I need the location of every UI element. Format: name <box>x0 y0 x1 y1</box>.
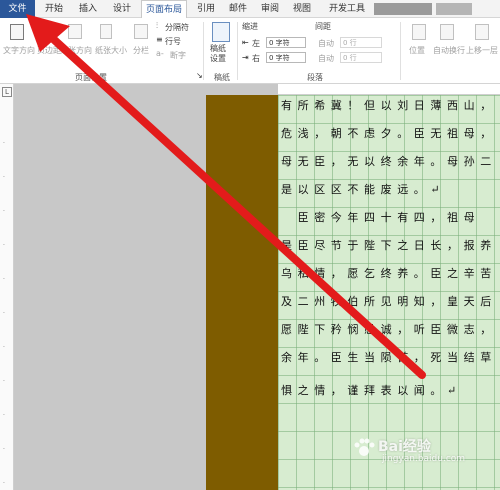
document-line: 有所希冀！但以刘日薄西山， <box>281 99 497 112</box>
wrap-text-button[interactable]: 自动换行 <box>433 45 465 56</box>
orientation-button[interactable]: 纸张方向 <box>60 45 92 56</box>
page-setup-launcher-icon[interactable]: ↘ <box>196 71 203 80</box>
indent-right-label: 右 <box>252 54 260 63</box>
ruler-tick-label: · <box>3 140 5 147</box>
group-divider <box>237 22 238 80</box>
ruler-tick-label: · <box>3 310 5 317</box>
tab-selector-icon[interactable]: L <box>2 87 12 97</box>
document-line: 臣密今年四十有四，祖母 <box>281 211 481 224</box>
margins-button[interactable]: 页边距 <box>37 45 61 56</box>
ribbon: 文字方向 页边距 纸张方向 纸张大小 分栏 ⫶ 分隔符 ≡ 行号 a- 断字 页… <box>0 18 500 84</box>
watermark: Bai经验 jingyan.baidu.com <box>352 430 492 470</box>
ruler-tick-label: · <box>3 378 5 385</box>
position-button[interactable]: 位置 <box>409 45 425 56</box>
page-setup-group-label: 页面设置 <box>75 73 107 82</box>
document-line: 是臣尽节于陛下之日长，报养 <box>281 239 497 252</box>
margins-icon <box>40 24 52 39</box>
wrap-text-icon <box>440 24 454 40</box>
indent-header: 缩进 <box>242 22 258 31</box>
indent-left-label: 左 <box>252 39 260 48</box>
size-button[interactable]: 纸张大小 <box>95 45 127 56</box>
draft-paper-icon <box>212 22 230 42</box>
document-line: 母无臣，无以终余年。母孙二 <box>281 155 497 168</box>
ruler-tick-label: · <box>3 174 5 181</box>
tab-mailings[interactable]: 邮件 <box>224 0 252 18</box>
tab-view[interactable]: 视图 <box>288 0 316 18</box>
document-line: 危浅，朝不虑夕。臣无祖母， <box>281 127 497 140</box>
indent-left-icon: ⇤ <box>242 38 249 47</box>
indent-right-input[interactable]: 0 字符 <box>266 52 306 63</box>
tab-file[interactable]: 文件 <box>0 0 35 18</box>
spacing-after-label: 自动 <box>318 54 334 63</box>
orientation-icon <box>68 24 82 39</box>
tab-home[interactable]: 开始 <box>40 0 68 18</box>
spacing-header: 间距 <box>315 22 331 31</box>
hyphenation-button[interactable]: 断字 <box>170 50 186 61</box>
document-line: 是以区区不能废远。↵ <box>281 183 446 196</box>
indent-right-icon: ⇥ <box>242 53 249 62</box>
blurred-region <box>374 3 432 15</box>
ruler-tick-label: · <box>3 208 5 215</box>
line-numbers-icon: ≡ <box>156 35 163 44</box>
blurred-region <box>436 3 472 15</box>
tab-review[interactable]: 审阅 <box>256 0 284 18</box>
document-line: 惧之情，谨拜表以闻。↵ <box>281 384 462 397</box>
indent-left-input[interactable]: 0 字符 <box>266 37 306 48</box>
tab-references[interactable]: 引用 <box>192 0 220 18</box>
document-line: 及二州牧伯所见明知，皇天后 <box>281 295 497 308</box>
spacing-before-label: 自动 <box>318 39 334 48</box>
paw-logo-icon <box>354 438 375 456</box>
document-line: 愿陛下矜悯愚诚，听臣微志， <box>281 323 497 336</box>
paragraph-group-label: 段落 <box>307 73 323 82</box>
ruler-tick-label: · <box>3 412 5 419</box>
draft-paper-settings-button[interactable]: 稿纸 设置 <box>210 44 226 64</box>
vertical-ruler: L · · · · · · · · · · · <box>0 84 14 490</box>
breaks-button[interactable]: 分隔符 <box>165 22 189 33</box>
ruler-tick-label: · <box>3 344 5 351</box>
bring-forward-button[interactable]: 上移一层 <box>466 45 498 56</box>
text-direction-icon <box>10 24 24 40</box>
columns-icon <box>134 24 148 39</box>
watermark-url: jingyan.baidu.com <box>382 454 466 464</box>
hyphenation-icon: a- <box>156 49 164 58</box>
text-direction-button[interactable]: 文字方向 <box>3 45 35 56</box>
draft-paper-group-label: 稿纸 <box>214 73 230 82</box>
spacing-after-input[interactable]: 0 行 <box>340 52 382 63</box>
tab-design[interactable]: 设计 <box>108 0 136 18</box>
spacing-before-input[interactable]: 0 行 <box>340 37 382 48</box>
ruler-tick-label: · <box>3 480 5 487</box>
ruler-tick-label: · <box>3 242 5 249</box>
page-margin-area <box>206 95 278 490</box>
horizontal-ruler <box>278 84 500 95</box>
ruler-tick-label: · <box>3 446 5 453</box>
group-divider <box>203 22 204 80</box>
breaks-icon: ⫶ <box>156 21 158 30</box>
ruler-tick-label: · <box>3 276 5 283</box>
document-line: 乌私情，愿乞终养。臣之辛苦 <box>281 267 497 280</box>
tab-page-layout[interactable]: 页面布局 <box>141 0 187 19</box>
columns-button[interactable]: 分栏 <box>133 45 149 56</box>
tab-developer[interactable]: 开发工具 <box>324 0 370 18</box>
bring-forward-icon <box>475 24 489 40</box>
document-line: 余年。臣生当陨首，死当结草 <box>281 351 497 364</box>
position-icon <box>412 24 426 40</box>
tab-insert[interactable]: 插入 <box>74 0 102 18</box>
ribbon-tab-bar: 文件 开始 插入 设计 页面布局 引用 邮件 审阅 视图 开发工具 <box>0 0 500 19</box>
group-divider <box>400 22 401 80</box>
line-numbers-button[interactable]: 行号 <box>165 36 181 47</box>
watermark-site-name: Bai经验 <box>378 439 431 455</box>
size-icon <box>100 24 112 39</box>
